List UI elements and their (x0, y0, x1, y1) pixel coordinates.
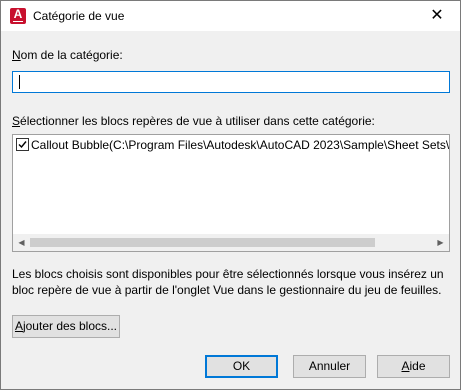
autocad-app-icon: A (10, 8, 26, 24)
category-name-input[interactable] (12, 71, 450, 93)
title-bar: A Catégorie de vue ✕ (1, 1, 460, 31)
ok-button[interactable]: OK (205, 355, 278, 378)
text-caret (19, 75, 20, 89)
scrollbar-thumb[interactable] (30, 238, 375, 247)
blocks-list-label: Sélectionner les blocs repères de vue à … (12, 114, 375, 128)
button-mnemonic: A (14, 319, 23, 333)
callout-blocks-list[interactable]: Callout Bubble(C:\Program Files\Autodesk… (12, 134, 450, 252)
label-mnemonic: S (12, 114, 21, 128)
cancel-button[interactable]: Annuler (293, 355, 366, 378)
add-blocks-button[interactable]: Ajouter des blocs... (12, 315, 120, 338)
list-item-label: Callout Bubble(C:\Program Files\Autodesk… (31, 138, 450, 152)
scroll-right-icon[interactable]: ▶ (432, 234, 449, 251)
label-mnemonic: N (12, 48, 21, 62)
item-checkbox[interactable] (16, 138, 29, 151)
dialog-window: A Catégorie de vue ✕ Nom de la catégorie… (0, 0, 461, 390)
list-item[interactable]: Callout Bubble(C:\Program Files\Autodesk… (16, 138, 450, 154)
horizontal-scrollbar[interactable]: ◀ ▶ (13, 234, 449, 251)
checkmark-icon (18, 141, 27, 149)
app-icon-glyph: A (13, 7, 23, 21)
label-text: électionner les blocs repères de vue à u… (20, 114, 375, 128)
button-mnemonic: A (401, 359, 410, 373)
window-title: Catégorie de vue (33, 9, 125, 23)
category-name-label: Nom de la catégorie: (12, 48, 123, 62)
info-text: Les blocs choisis sont disponibles pour … (12, 267, 444, 297)
button-label: jouter des blocs... (22, 319, 118, 333)
close-icon[interactable]: ✕ (414, 1, 460, 31)
help-button[interactable]: Aide (377, 355, 450, 378)
button-label: ide (409, 359, 426, 373)
label-text: om de la catégorie: (20, 48, 123, 62)
scroll-left-icon[interactable]: ◀ (13, 234, 30, 251)
